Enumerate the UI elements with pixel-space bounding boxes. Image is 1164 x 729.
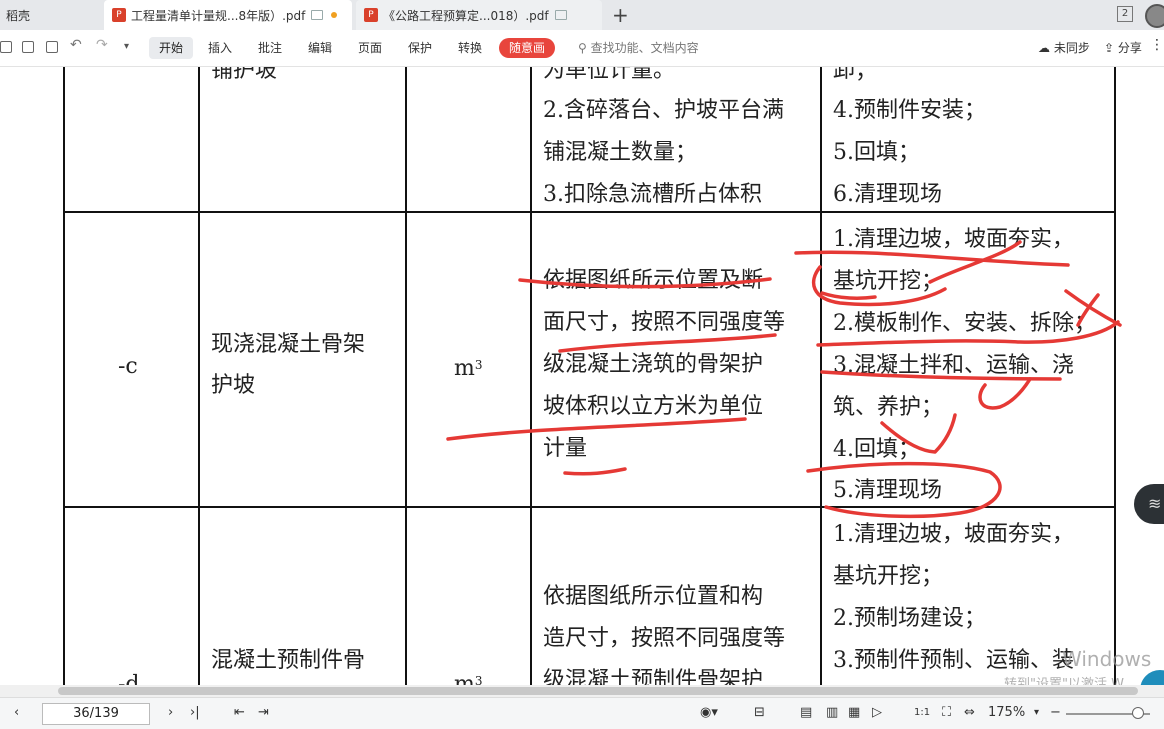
sync-label: 未同步 [1053,41,1090,55]
tab-document-2[interactable]: P 《公路工程预算定...018）.pdf [356,0,602,30]
share-label: 分享 [1117,41,1142,55]
continuous-page-icon[interactable]: ▤ [800,705,812,720]
actual-size-icon[interactable]: 1:1 [914,707,930,718]
zoom-slider-handle[interactable] [1132,707,1144,719]
ink-stroke [563,467,627,476]
menu-start[interactable]: 开始 [149,37,193,59]
new-tab-button[interactable]: + [612,3,629,27]
ink-stroke [978,377,1032,410]
double-page-icon[interactable]: ▥ [826,705,838,720]
free-draw-button[interactable]: 随意画 [499,38,555,58]
menu-edit[interactable]: 编辑 [308,39,332,56]
chevron-down-icon[interactable]: ▾ [124,41,129,52]
wifi-icon: ≋ [1148,494,1162,513]
print-icon[interactable] [46,41,58,53]
zoom-dropdown-icon[interactable]: ▾ [1034,707,1039,718]
cloud-icon: ☁ [1038,41,1050,55]
open-folder-icon[interactable] [0,41,12,53]
ink-stroke [880,413,957,454]
ink-annotations [446,240,1122,519]
share-icon: ⇪ [1104,41,1115,55]
menu-insert[interactable]: 插入 [208,39,232,56]
pdf-icon: P [112,8,126,22]
tab-home-label: 稻壳 [6,8,31,23]
sync-status[interactable]: ☁ 未同步 [1038,39,1090,56]
tab-bar: 稻壳 P 工程量清单计量规...8年版）.pdf P 《公路工程预算定...01… [0,0,1164,30]
ink-stroke [806,461,1002,519]
tab-document-1-title: 工程量清单计量规...8年版）.pdf [131,8,306,23]
toolbar: ↶ ↷ ▾ 开始 插入 批注 编辑 页面 保护 转换 随意画 ⚲ 查找功能、文档… [0,30,1164,67]
forward-icon[interactable]: ⇥ [258,705,269,720]
tab-home[interactable]: 稻壳 [0,0,100,30]
more-icon[interactable]: ⋮ [1150,37,1164,53]
unsaved-dot-icon [331,12,338,18]
tab-document-2-title: 《公路工程预算定...018）.pdf [383,8,549,23]
avatar[interactable] [1145,4,1164,28]
page-number-input[interactable]: 36/139 [42,703,150,725]
search-input[interactable]: ⚲ 查找功能、文档内容 [578,39,699,56]
last-page-icon[interactable]: ›| [190,705,200,720]
tab-document-1[interactable]: P 工程量清单计量规...8年版）.pdf [104,0,352,30]
save-icon[interactable] [22,41,34,53]
play-icon[interactable]: ▷ [872,705,882,720]
search-placeholder: 查找功能、文档内容 [590,41,699,55]
ink-stroke [811,265,947,307]
fit-width-icon[interactable]: ⇔ [964,705,975,720]
search-icon: ⚲ [578,41,587,55]
zoom-level[interactable]: 175% [988,705,1025,720]
activation-watermark-title: Windows [1062,647,1152,671]
ink-stroke [518,277,772,289]
ink-stroke [558,333,777,353]
fit-page-icon[interactable]: ⛶ [942,705,951,720]
ink-stroke [1064,289,1122,327]
pdf-icon: P [364,8,378,22]
back-icon[interactable]: ⇤ [234,705,245,720]
ink-stroke [820,291,877,300]
monitor-icon [311,10,324,20]
scrollbar-thumb[interactable] [58,687,1138,695]
document-view[interactable]: 铺护坡 为单位计量。 2.含碎落台、护坡平台满 铺混凝土数量； 3.扣除急流槽所… [0,67,1164,685]
menu-page[interactable]: 页面 [358,39,382,56]
horizontal-scrollbar[interactable] [0,685,1164,697]
next-page-icon[interactable]: › [168,705,173,720]
zoom-out-icon[interactable]: − [1050,705,1061,720]
single-page-icon[interactable]: ⊟ [754,705,765,720]
redo-icon[interactable]: ↷ [96,37,108,53]
prev-page-icon[interactable]: ‹ [14,705,19,720]
monitor-icon [554,10,567,20]
ink-stroke [816,320,1120,347]
share-button[interactable]: ⇪ 分享 [1104,39,1142,56]
activation-watermark-text: 转到"设置"以激活 W [1004,677,1124,685]
menu-protect[interactable]: 保护 [408,39,432,56]
eye-icon[interactable]: ◉▾ [700,705,718,720]
book-view-icon[interactable]: ▦ [848,705,860,720]
ink-stroke [820,370,1062,381]
undo-icon[interactable]: ↶ [70,37,82,53]
ink-stroke [446,417,747,441]
window-count-badge[interactable]: 2 [1117,6,1133,22]
status-bar: ‹ 36/139 › ›| ⇤ ⇥ ◉▾ ⊟ ▤ ▥ ▦ ▷ 1:1 ⛶ ⇔ 1… [0,697,1164,729]
menu-annotate[interactable]: 批注 [258,39,282,56]
menu-convert[interactable]: 转换 [458,39,482,56]
ink-stroke [794,250,1070,267]
